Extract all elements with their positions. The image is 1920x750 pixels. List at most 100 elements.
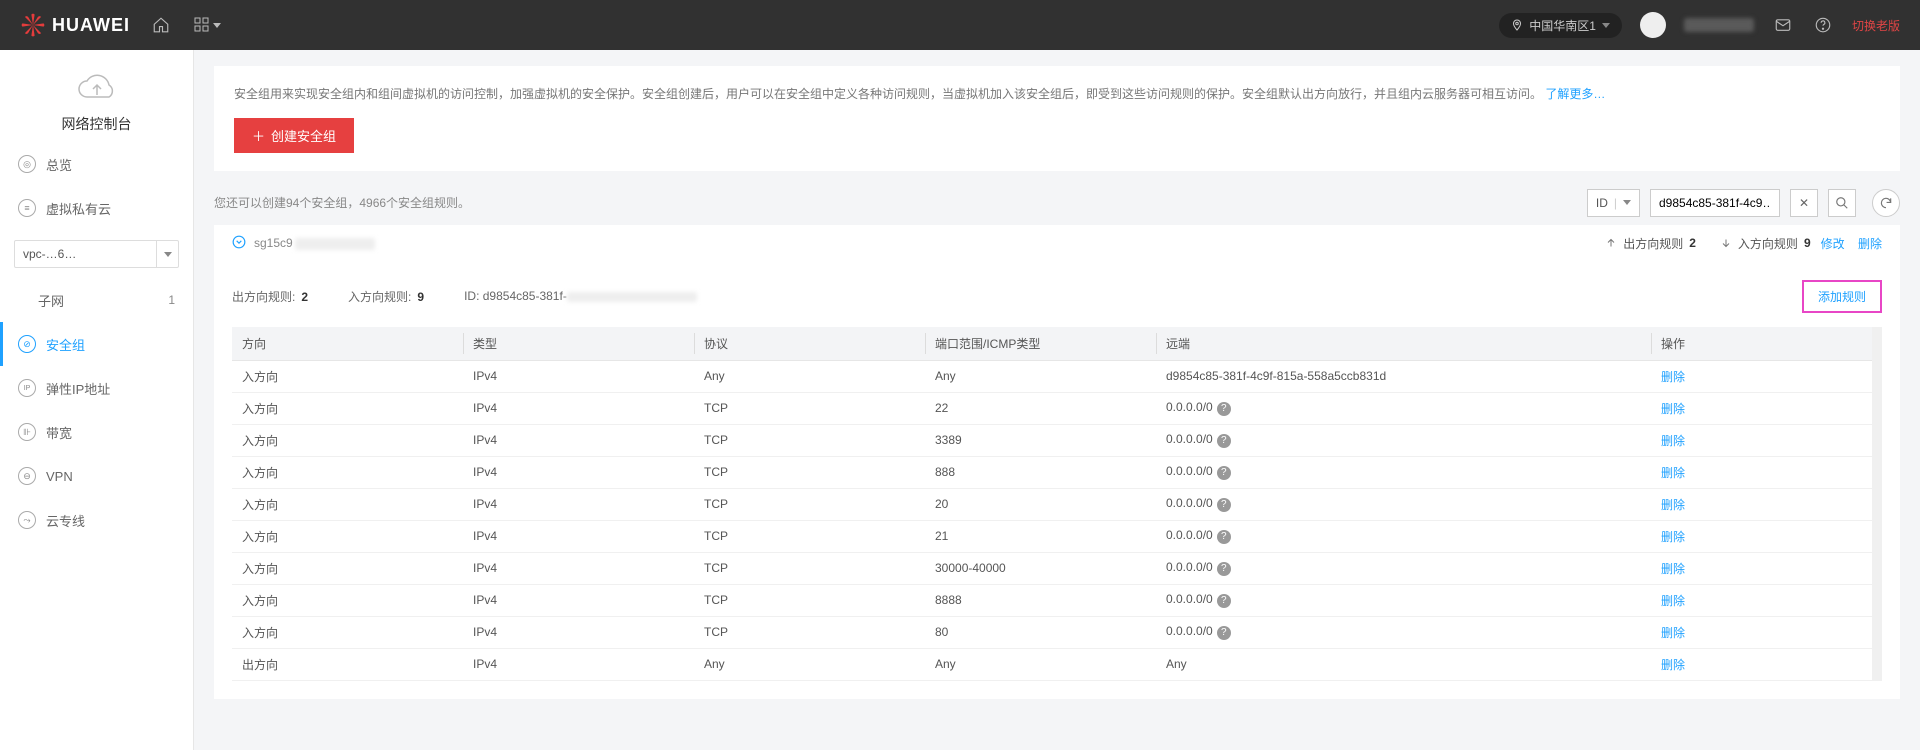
row-delete-link[interactable]: 删除 (1661, 434, 1685, 448)
huawei-logo-icon (20, 12, 46, 38)
chevron-down-icon (213, 23, 221, 28)
cell-remote: Any (1156, 648, 1651, 680)
help-icon[interactable]: ? (1217, 530, 1231, 544)
modify-link[interactable]: 修改 (1821, 237, 1845, 251)
th-operation[interactable]: 操作 (1651, 327, 1882, 361)
help-icon[interactable] (1812, 14, 1834, 36)
row-delete-link[interactable]: 删除 (1661, 466, 1685, 480)
help-icon[interactable]: ? (1217, 626, 1231, 640)
help-icon[interactable]: ? (1217, 498, 1231, 512)
chevron-down-circle-icon (232, 235, 246, 249)
scrollbar[interactable] (1872, 327, 1882, 681)
secgroup-icon: ⊘ (18, 335, 36, 353)
th-remote[interactable]: 远端 (1156, 327, 1651, 361)
table-row: 出方向IPv4AnyAnyAny删除 (232, 648, 1882, 680)
vpc-selector[interactable]: vpc-…6… (14, 240, 179, 268)
cell-type: IPv4 (463, 616, 694, 648)
chevron-down-icon (1602, 23, 1610, 28)
home-icon[interactable] (150, 14, 172, 36)
row-delete-link[interactable]: 删除 (1661, 562, 1685, 576)
cell-type: IPv4 (463, 424, 694, 456)
sidebar-item-vpc[interactable]: ≡ 虚拟私有云 (0, 186, 193, 230)
directconnect-icon: ⤳ (18, 511, 36, 529)
cell-protocol: Any (694, 648, 925, 680)
sidebar-item-vpn[interactable]: ⊖ VPN (0, 454, 193, 498)
sidebar-item-label: 子网 (38, 291, 64, 310)
th-direction[interactable]: 方向 (232, 327, 463, 361)
help-icon[interactable]: ? (1217, 434, 1231, 448)
sidebar-item-subnet[interactable]: 子网 1 (0, 278, 193, 322)
table-row: 入方向IPv4TCP800.0.0.0/0?删除 (232, 616, 1882, 648)
row-delete-link[interactable]: 删除 (1661, 594, 1685, 608)
row-delete-link[interactable]: 删除 (1661, 498, 1685, 512)
cell-type: IPv4 (463, 456, 694, 488)
sidebar-item-eip[interactable]: IP 弹性IP地址 (0, 366, 193, 410)
add-rule-button[interactable]: 添加规则 (1802, 280, 1882, 313)
row-delete-link[interactable]: 删除 (1661, 370, 1685, 384)
cell-remote: 0.0.0.0/0? (1156, 392, 1651, 424)
learn-more-link[interactable]: 了解更多… (1545, 87, 1605, 101)
switch-version-link[interactable]: 切换老版 (1852, 17, 1900, 34)
refresh-icon (1879, 196, 1893, 210)
cell-remote: 0.0.0.0/0? (1156, 456, 1651, 488)
brand-logo[interactable]: HUAWEI (20, 12, 130, 38)
sidebar-item-label: 安全组 (46, 335, 85, 354)
console-cloud-icon (73, 68, 121, 106)
vpn-icon: ⊖ (18, 467, 36, 485)
sidebar: 网络控制台 ◎ 总览 ≡ 虚拟私有云 vpc-…6… 子网 1 ⊘ 安全组 IP… (0, 50, 194, 750)
cell-protocol: Any (694, 360, 925, 392)
cell-protocol: TCP (694, 616, 925, 648)
create-button-label: 创建安全组 (271, 126, 336, 145)
region-selector[interactable]: 中国华南区1 (1499, 13, 1622, 38)
collapse-toggle[interactable] (232, 235, 246, 252)
search-button[interactable] (1828, 189, 1856, 217)
cell-protocol: TCP (694, 552, 925, 584)
brand-text: HUAWEI (52, 15, 130, 36)
filter-input[interactable] (1650, 189, 1780, 217)
cell-direction: 入方向 (232, 488, 463, 520)
info-banner: 安全组用来实现安全组内和组间虚拟机的访问控制，加强虚拟机的安全保护。安全组创建后… (214, 66, 1900, 171)
th-type[interactable]: 类型 (463, 327, 694, 361)
row-delete-link[interactable]: 删除 (1661, 626, 1685, 640)
create-secgroup-button[interactable]: ＋ 创建安全组 (234, 118, 354, 153)
filter-key-label: ID (1596, 196, 1608, 210)
cell-port: 20 (925, 488, 1156, 520)
cell-remote: 0.0.0.0/0? (1156, 424, 1651, 456)
cell-type: IPv4 (463, 648, 694, 680)
filter-key-select[interactable]: ID | (1587, 189, 1640, 217)
username[interactable] (1684, 18, 1754, 32)
cell-port: 8888 (925, 584, 1156, 616)
delete-link[interactable]: 删除 (1858, 237, 1882, 251)
table-row: 入方向IPv4TCP88880.0.0.0/0?删除 (232, 584, 1882, 616)
cell-direction: 入方向 (232, 616, 463, 648)
sidebar-item-bandwidth[interactable]: ⊪ 带宽 (0, 410, 193, 454)
cell-port: Any (925, 360, 1156, 392)
sidebar-item-label: 虚拟私有云 (46, 199, 111, 218)
cell-remote: 0.0.0.0/0? (1156, 616, 1651, 648)
help-icon[interactable]: ? (1217, 466, 1231, 480)
main-content: 安全组用来实现安全组内和组间虚拟机的访问控制，加强虚拟机的安全保护。安全组创建后… (194, 50, 1920, 750)
help-icon[interactable]: ? (1217, 402, 1231, 416)
secgroup-name[interactable]: sg15c9 (254, 236, 375, 250)
help-icon[interactable]: ? (1217, 562, 1231, 576)
th-port[interactable]: 端口范围/ICMP类型 (925, 327, 1156, 361)
th-protocol[interactable]: 协议 (694, 327, 925, 361)
apps-menu[interactable] (194, 17, 221, 33)
sidebar-item-directconnect[interactable]: ⤳ 云专线 (0, 498, 193, 542)
sidebar-item-secgroup[interactable]: ⊘ 安全组 (0, 322, 193, 366)
cell-type: IPv4 (463, 520, 694, 552)
mail-icon[interactable] (1772, 14, 1794, 36)
refresh-button[interactable] (1872, 189, 1900, 217)
inbound-rules-stat[interactable]: 入方向规则 9 (1720, 235, 1811, 252)
row-delete-link[interactable]: 删除 (1661, 530, 1685, 544)
cell-port: 21 (925, 520, 1156, 552)
outbound-rules-stat[interactable]: 出方向规则 2 (1605, 235, 1696, 252)
help-icon[interactable]: ? (1217, 594, 1231, 608)
panel-header: sg15c9 出方向规则 2 入方向规则 9 修改 删除 (214, 225, 1900, 262)
avatar[interactable] (1640, 12, 1666, 38)
sidebar-item-overview[interactable]: ◎ 总览 (0, 142, 193, 186)
rules-table: 方向 类型 协议 端口范围/ICMP类型 远端 操作 入方向IPv4AnyAny… (232, 327, 1882, 681)
row-delete-link[interactable]: 删除 (1661, 402, 1685, 416)
clear-filter-button[interactable]: ✕ (1790, 189, 1818, 217)
row-delete-link[interactable]: 删除 (1661, 658, 1685, 672)
